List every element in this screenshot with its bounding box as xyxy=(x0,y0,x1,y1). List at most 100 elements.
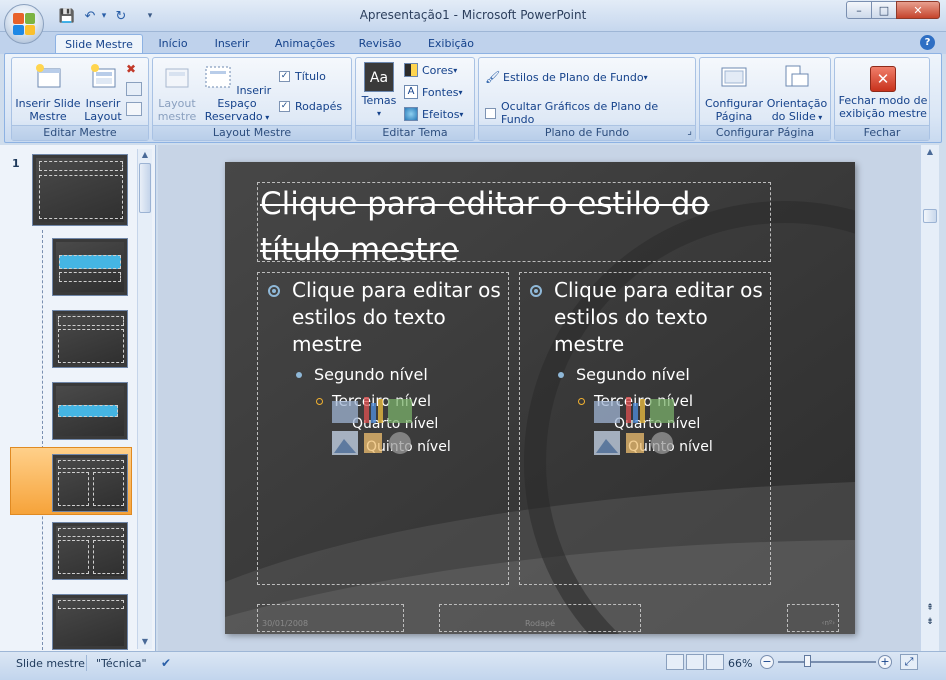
title-checkbox-label: Título xyxy=(295,70,326,83)
scroll-down-icon[interactable]: ▼ xyxy=(139,637,151,647)
slide-number-placeholder[interactable]: ‹nº› xyxy=(787,604,839,632)
tab-inserir[interactable]: Inserir xyxy=(207,34,257,54)
hide-background-graphics-checkbox[interactable]: Ocultar Gráficos de Plano de Fundo xyxy=(485,100,695,126)
delete-icon[interactable]: ✖ xyxy=(126,62,142,76)
bullet-level1-icon xyxy=(530,285,542,297)
scroll-thumb[interactable] xyxy=(923,209,937,223)
insert-placeholder-icon xyxy=(205,66,231,88)
main-scrollbar[interactable]: ▲ ⇞ ⇟ xyxy=(920,145,939,651)
thumbnail-layout-content[interactable] xyxy=(52,310,128,368)
group-fechar: ✕ Fechar modo de exibição mestre Fechar xyxy=(834,57,930,141)
group-plano-de-fundo: 🖌 Estilos de Plano de Fundo ▾ Ocultar Grá… xyxy=(478,57,696,141)
text-level1: Clique para editar os estilos do texto m… xyxy=(292,278,501,356)
themes-label: Temas xyxy=(361,94,397,107)
colors-icon xyxy=(404,63,418,77)
themes-button[interactable]: Aa Temas ▾ xyxy=(360,62,398,120)
title-placeholder[interactable]: Clique para editar o estilo do título me… xyxy=(257,182,771,268)
group-label: Editar Mestre xyxy=(12,125,148,140)
zoom-slider-thumb[interactable] xyxy=(804,655,811,667)
hide-graphics-label: Ocultar Gráficos de Plano de Fundo xyxy=(501,100,659,126)
slide-orientation-button[interactable]: Orientação do Slide ▾ xyxy=(766,62,828,124)
zoom-out-button[interactable]: − xyxy=(760,655,774,669)
thumbnail-scrollbar[interactable]: ▲ ▼ xyxy=(137,149,152,649)
insert-placeholder-button[interactable]: Inserir Espaço Reservado ▾ xyxy=(199,62,275,124)
minimize-button[interactable]: – xyxy=(846,1,872,19)
tab-inicio[interactable]: Início xyxy=(151,34,195,54)
page-setup-button[interactable]: Configurar Página xyxy=(704,62,764,123)
next-slide-icon[interactable]: ⇟ xyxy=(923,617,937,627)
left-content-placeholder[interactable]: Clique para editar os estilos do texto m… xyxy=(257,272,509,585)
preserve-icon[interactable] xyxy=(126,102,142,116)
group-label: Plano de Fundo ⌟ xyxy=(479,125,695,140)
footers-checkbox-box[interactable]: ✓ xyxy=(279,101,290,112)
normal-view-icon[interactable] xyxy=(666,654,684,670)
fonts-label: Fontes xyxy=(422,85,459,99)
group-label: Configurar Página xyxy=(700,125,830,140)
thumbnail-layout-section[interactable] xyxy=(52,382,128,440)
tab-exibicao[interactable]: Exibição xyxy=(420,34,482,54)
bullet-level3-icon xyxy=(316,398,323,405)
group-label: Editar Tema xyxy=(356,125,474,140)
effects-icon xyxy=(404,107,418,121)
office-button[interactable] xyxy=(4,4,44,44)
right-content-placeholder[interactable]: Clique para editar os estilos do texto m… xyxy=(519,272,771,585)
insert-slide-master-button[interactable]: Inserir Slide Mestre xyxy=(15,62,81,123)
footers-checkbox[interactable]: ✓ Rodapés xyxy=(279,100,342,113)
zoom-in-button[interactable]: + xyxy=(878,655,892,669)
insert-content-icons[interactable] xyxy=(592,393,676,461)
hide-graphics-box[interactable] xyxy=(485,107,496,119)
insert-layout-button[interactable]: Inserir Layout xyxy=(84,62,122,123)
thumbnail-layout-title-only[interactable] xyxy=(52,594,128,650)
close-master-icon: ✕ xyxy=(870,66,896,92)
tab-revisao[interactable]: Revisão xyxy=(352,34,408,54)
insert-content-icons[interactable] xyxy=(330,393,414,461)
status-view-name: Slide mestre xyxy=(16,657,85,670)
date-placeholder[interactable]: 30/01/2008 xyxy=(257,604,404,632)
bullet-level3-icon xyxy=(578,398,585,405)
layout-master-button[interactable]: Layout mestre xyxy=(156,62,198,123)
scroll-up-icon[interactable]: ▲ xyxy=(923,147,937,157)
fonts-button[interactable]: A Fontes ▾ xyxy=(404,85,462,99)
footer-placeholder[interactable]: Rodapé xyxy=(439,604,641,632)
slide-master[interactable]: Clique para editar o estilo do título me… xyxy=(225,162,855,634)
thumbnail-master[interactable] xyxy=(32,154,128,226)
scroll-thumb[interactable] xyxy=(139,163,151,213)
spell-check-icon[interactable]: ✔ xyxy=(156,656,176,672)
dialog-launcher-icon[interactable]: ⌟ xyxy=(687,126,692,137)
thumbnail-layout-two-content[interactable] xyxy=(52,454,128,512)
layout-master-label: Layout mestre xyxy=(157,97,197,123)
thumbnail-layout-title[interactable] xyxy=(52,238,128,296)
themes-icon: Aa xyxy=(364,62,394,92)
insert-slide-master-icon xyxy=(36,64,61,88)
maximize-button[interactable]: □ xyxy=(871,1,897,19)
colors-button[interactable]: Cores ▾ xyxy=(404,63,457,77)
office-logo-icon xyxy=(13,13,35,35)
page-setup-icon xyxy=(721,67,747,87)
slide-sorter-view-icon[interactable] xyxy=(686,654,704,670)
master-connector-line xyxy=(42,230,43,650)
bullet-level1-icon xyxy=(268,285,280,297)
background-styles-button[interactable]: 🖌 Estilos de Plano de Fundo ▾ xyxy=(485,70,648,84)
status-divider xyxy=(86,655,87,671)
tab-animacoes[interactable]: Animações xyxy=(270,34,340,54)
previous-slide-icon[interactable]: ⇞ xyxy=(923,603,937,613)
effects-button[interactable]: Efeitos ▾ xyxy=(404,107,463,121)
title-checkbox-box[interactable]: ✓ xyxy=(279,71,290,82)
fonts-icon: A xyxy=(404,85,418,99)
close-master-view-button[interactable]: ✕ Fechar modo de exibição mestre xyxy=(837,66,929,120)
zoom-slider-track[interactable] xyxy=(778,661,876,663)
zoom-level[interactable]: 66% xyxy=(722,654,758,673)
group-label-text: Plano de Fundo xyxy=(544,126,630,139)
title-checkbox[interactable]: ✓ Título xyxy=(279,70,326,83)
fit-to-window-icon[interactable]: ⤢ xyxy=(900,654,918,670)
group-editar-mestre: Inserir Slide Mestre Inserir Layout ✖ Ed… xyxy=(11,57,149,141)
thumbnail-layout-comparison[interactable] xyxy=(52,522,128,580)
help-icon[interactable]: ? xyxy=(920,35,935,50)
tab-slide-mestre[interactable]: Slide Mestre xyxy=(55,34,143,54)
group-label: Fechar xyxy=(835,125,929,140)
scroll-up-icon[interactable]: ▲ xyxy=(139,150,151,162)
rename-icon[interactable] xyxy=(126,82,142,96)
close-button[interactable]: ✕ xyxy=(896,1,940,19)
text-level1: Clique para editar os estilos do texto m… xyxy=(554,278,763,356)
background-styles-label: Estilos de Plano de Fundo xyxy=(503,70,644,84)
